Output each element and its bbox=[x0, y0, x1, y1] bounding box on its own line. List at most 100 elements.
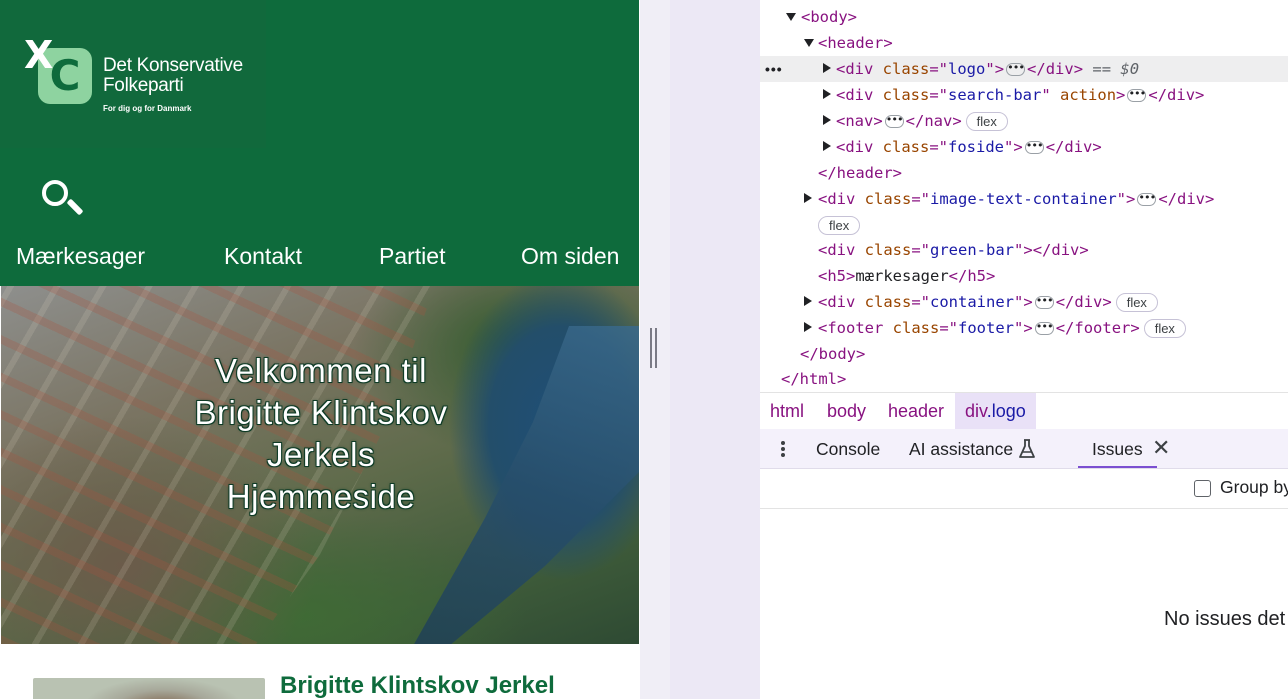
ellipsis-badge[interactable]: ••• bbox=[1034, 321, 1054, 335]
website-preview: C X Det Konservative Folkeparti For dig … bbox=[0, 0, 640, 699]
dom-tag: <header> bbox=[818, 34, 893, 52]
ellipsis-badge[interactable]: ••• bbox=[884, 114, 904, 128]
nav-link-om-siden[interactable]: Om siden bbox=[521, 243, 619, 270]
ellipsis-badge[interactable]: ••• bbox=[1127, 88, 1147, 102]
search-icon-handle bbox=[66, 198, 84, 216]
collapse-arrow-icon[interactable] bbox=[823, 89, 831, 99]
group-by-checkbox[interactable] bbox=[1194, 480, 1211, 497]
dom-node-div-search-bar[interactable]: <div class="search-bar" action> ••• </div> bbox=[760, 82, 1288, 108]
selected-marker: == $0 bbox=[1092, 60, 1140, 78]
dom-node-code: <h5>mærkesager</h5> bbox=[818, 267, 996, 285]
flex-badge[interactable]: flex bbox=[1143, 319, 1186, 338]
flask-icon bbox=[1019, 439, 1035, 458]
devtools-panel: <body> <header> ••• <div class="logo"> ••… bbox=[760, 0, 1288, 699]
logo-cross: X bbox=[24, 33, 54, 77]
dom-tag: <body> bbox=[801, 8, 857, 26]
dom-node-body-close[interactable]: </body> bbox=[760, 341, 1288, 367]
dom-node-code: <div class="logo"> ••• </div> == $0 bbox=[836, 60, 1140, 78]
dom-node-code: flex bbox=[818, 212, 861, 238]
hero-title-line: Brigitte Klintskov bbox=[194, 394, 448, 431]
dom-node-div-green-bar[interactable]: <div class="green-bar"></div> bbox=[760, 237, 1288, 263]
site-header: C X Det Konservative Folkeparti For dig … bbox=[0, 0, 639, 286]
expand-arrow-icon[interactable] bbox=[786, 13, 796, 21]
dom-node-footer[interactable]: <footer class="footer"> ••• </footer> flex bbox=[760, 315, 1288, 341]
hero-title-line: Jerkels bbox=[266, 436, 376, 473]
resize-grip-line bbox=[650, 328, 652, 368]
site-nav: Mærkesager Kontakt Partiet Om siden bbox=[0, 240, 639, 276]
collapse-arrow-icon[interactable] bbox=[804, 296, 812, 306]
dom-tag: </html> bbox=[781, 370, 847, 388]
dom-node-code: <nav> ••• </nav> flex bbox=[836, 108, 1008, 134]
dom-node-code: <footer class="footer"> ••• </footer> flex bbox=[818, 315, 1186, 341]
close-icon[interactable]: ✕ bbox=[1152, 437, 1170, 459]
dom-node-header-close[interactable]: </header> bbox=[760, 160, 1288, 186]
hero-title-line: Hjemmeside bbox=[226, 478, 416, 515]
profile-name: Brigitte Klintskov Jerkel bbox=[280, 672, 555, 699]
tab-console[interactable]: Console bbox=[816, 429, 880, 469]
ellipsis-badge[interactable]: ••• bbox=[1024, 140, 1044, 154]
dom-tag: </body> bbox=[800, 345, 866, 363]
node-actions-icon[interactable]: ••• bbox=[765, 56, 783, 82]
collapse-arrow-icon[interactable] bbox=[804, 322, 812, 332]
dom-node-html-close[interactable]: </html> bbox=[760, 366, 1288, 392]
tab-issues[interactable]: Issues bbox=[1078, 429, 1157, 468]
resize-handle[interactable] bbox=[650, 328, 658, 368]
collapse-arrow-icon[interactable] bbox=[804, 193, 812, 203]
party-name-line1: Det Konservative bbox=[103, 55, 243, 76]
dom-tag: </header> bbox=[818, 164, 902, 182]
nav-link-kontakt[interactable]: Kontakt bbox=[224, 243, 302, 270]
ellipsis-badge[interactable]: ••• bbox=[1006, 62, 1026, 76]
party-name: Det Konservative Folkeparti bbox=[103, 56, 263, 96]
no-issues-message: No issues det bbox=[1164, 608, 1286, 630]
party-tagline: For dig og for Danmark bbox=[103, 104, 192, 113]
hero-title: Velkommen til Brigitte Klintskov Jerkels… bbox=[151, 350, 491, 518]
dom-node-code: <div class="image-text-container"> ••• </d… bbox=[818, 190, 1215, 208]
ellipsis-badge[interactable]: ••• bbox=[1034, 295, 1054, 309]
issues-toolbar: Group by bbox=[760, 469, 1288, 509]
nav-link-partiet[interactable]: Partiet bbox=[379, 243, 445, 270]
hero-title-line: Velkommen til bbox=[215, 352, 427, 389]
party-name-line2: Folkeparti bbox=[103, 75, 184, 96]
profile-photo bbox=[33, 678, 265, 699]
profile-section: Brigitte Klintskov Jerkel bbox=[0, 644, 639, 699]
search-icon-lens bbox=[42, 180, 68, 206]
nav-link-maerkesager[interactable]: Mærkesager bbox=[16, 243, 145, 270]
resize-grip-line bbox=[655, 328, 657, 368]
party-logo[interactable]: C X Det Konservative Folkeparti For dig … bbox=[0, 0, 266, 148]
flex-badge[interactable]: flex bbox=[1115, 293, 1158, 312]
group-by-label: Group by bbox=[1220, 477, 1288, 497]
dom-node-code: <div class="foside"> ••• </div> bbox=[836, 138, 1102, 156]
dom-node-header[interactable]: <header> bbox=[760, 30, 1288, 56]
dom-node-div-foside[interactable]: <div class="foside"> ••• </div> bbox=[760, 134, 1288, 160]
flex-badge[interactable]: flex bbox=[818, 216, 861, 235]
hero-image: Velkommen til Brigitte Klintskov Jerkels… bbox=[1, 286, 639, 644]
dom-node-body[interactable]: <body> bbox=[760, 4, 1288, 30]
collapse-arrow-icon[interactable] bbox=[823, 63, 831, 73]
breadcrumb-body[interactable]: body bbox=[817, 393, 876, 429]
dom-node-div-image-text-container[interactable]: <div class="image-text-container"> ••• </d… bbox=[760, 186, 1288, 212]
collapse-arrow-icon[interactable] bbox=[823, 115, 831, 125]
dom-node-h5[interactable]: <h5>mærkesager</h5> bbox=[760, 263, 1288, 289]
dom-node-nav[interactable]: <nav> ••• </nav> flex bbox=[760, 108, 1288, 134]
more-options-icon[interactable] bbox=[778, 439, 788, 459]
ellipsis-badge[interactable]: ••• bbox=[1137, 192, 1157, 206]
dom-node-code: <div class="container"> ••• </div> flex bbox=[818, 289, 1158, 315]
dom-node-div-container[interactable]: <div class="container"> ••• </div> flex bbox=[760, 289, 1288, 315]
issues-body: No issues det bbox=[760, 509, 1288, 699]
elements-tree: <body> <header> ••• <div class="logo"> ••… bbox=[760, 0, 1288, 392]
breadcrumb-div-logo[interactable]: div.logo bbox=[955, 393, 1036, 429]
breadcrumb-html[interactable]: html bbox=[760, 393, 814, 429]
expand-arrow-icon[interactable] bbox=[804, 39, 814, 47]
dom-node-div-logo[interactable]: ••• <div class="logo"> ••• </div> == $0 bbox=[760, 56, 1288, 82]
dom-node-code: <div class="search-bar" action> ••• </div> bbox=[836, 86, 1205, 104]
dom-node-badge-row: flex bbox=[760, 212, 1288, 238]
collapse-arrow-icon[interactable] bbox=[823, 141, 831, 151]
breadcrumb-header[interactable]: header bbox=[878, 393, 954, 429]
devtools-side-strip bbox=[670, 0, 760, 699]
tab-ai-assistance[interactable]: AI assistance bbox=[909, 429, 1013, 469]
search-icon[interactable] bbox=[36, 176, 90, 220]
drawer-tabs: Console AI assistance Issues ✕ bbox=[760, 429, 1288, 469]
flex-badge[interactable]: flex bbox=[965, 112, 1008, 131]
dom-breadcrumbs: html body header div.logo bbox=[760, 392, 1288, 429]
dom-node-code: <div class="green-bar"></div> bbox=[818, 241, 1089, 259]
